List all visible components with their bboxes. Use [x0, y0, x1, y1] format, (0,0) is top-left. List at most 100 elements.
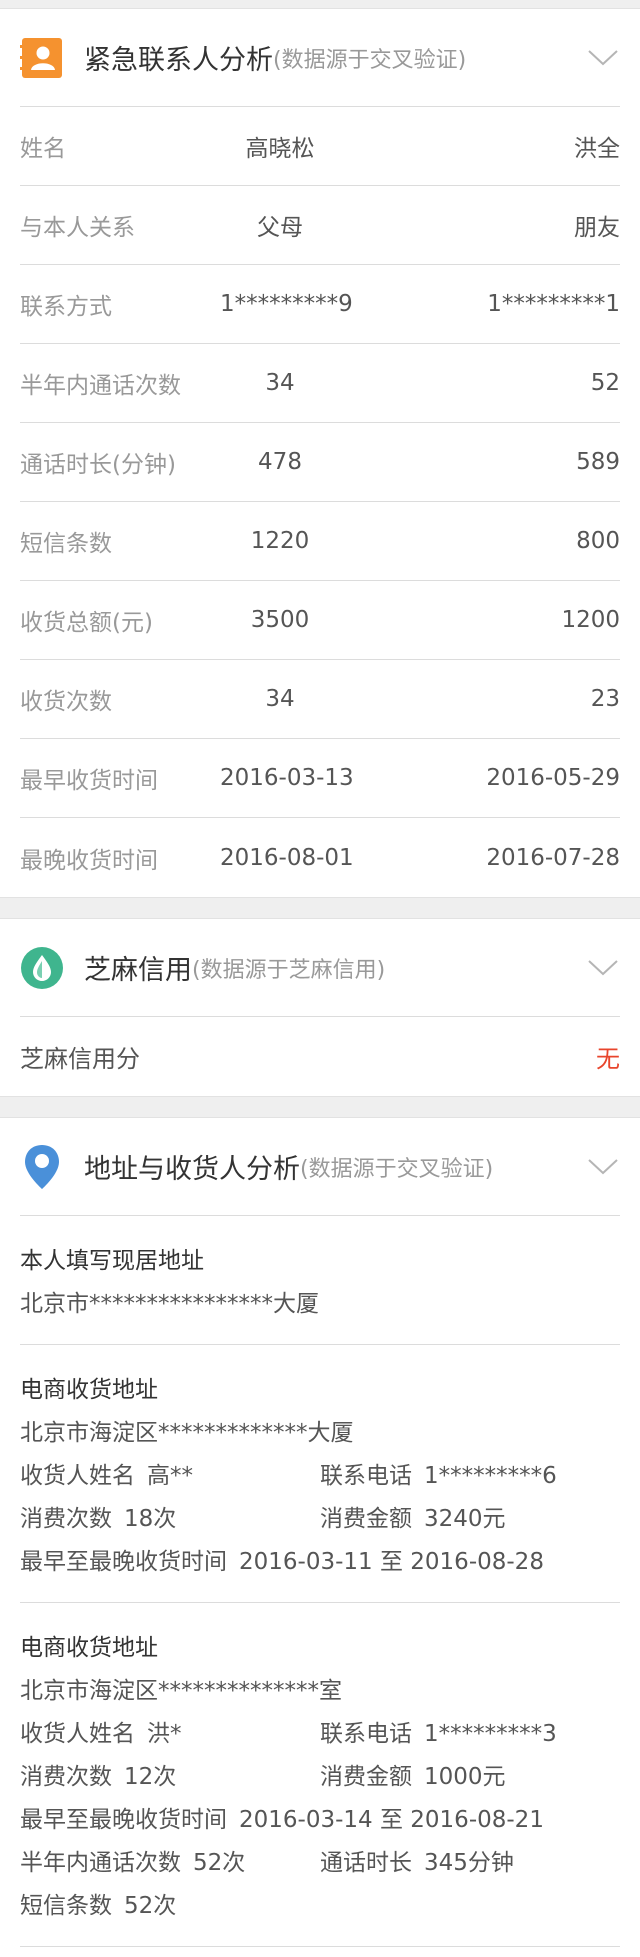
emergency-contacts-header[interactable]: 紧急联系人分析 (数据源于交叉验证)	[20, 9, 620, 107]
receiver-line: 收货人姓名 洪* 联系电话 1*********3	[20, 1713, 620, 1756]
page: 紧急联系人分析 (数据源于交叉验证) 姓名 高晓松 洪全与本人关系 父母 朋友联系方式 1…	[0, 0, 640, 1957]
location-pin-icon	[20, 1144, 64, 1189]
emergency-contacts-subtitle: (数据源于交叉验证)	[273, 47, 467, 73]
sms-label: 短信条数	[20, 1893, 112, 1919]
ecommerce-address-text: 北京市海淀区*************大厦	[20, 1420, 354, 1446]
address-subtitle: (数据源于交叉验证)	[300, 1156, 494, 1182]
range-label: 最早至最晚收货时间	[20, 1807, 227, 1833]
contact-b-value: 589	[576, 449, 620, 475]
contact-row: 收货总额(元) 3500 1200	[20, 581, 620, 660]
phone-value: 1*********3	[424, 1721, 557, 1747]
ecommerce-address-title: 电商收货地址	[20, 1635, 158, 1661]
range-label: 最早至最晚收货时间	[20, 1549, 227, 1575]
contact-a-value: 2016-08-01	[220, 844, 354, 871]
contact-row: 与本人关系 父母 朋友	[20, 186, 620, 265]
contact-b-value: 1200	[561, 607, 620, 633]
contact-b-value: 2016-05-29	[486, 765, 620, 791]
consumption-line: 消费次数 12次 消费金额 1000元	[20, 1756, 620, 1799]
contact-row: 最晚收货时间 2016-08-01 2016-07-28	[20, 818, 620, 897]
zhima-score-row: 芝麻信用分 无	[20, 1017, 620, 1096]
contact-a-value: 高晓松	[245, 136, 315, 162]
range-line: 最早至最晚收货时间 2016-03-14 至 2016-08-21	[20, 1799, 620, 1842]
receiver-label: 收货人姓名	[20, 1721, 135, 1747]
range-value: 2016-03-11 至 2016-08-28	[239, 1549, 544, 1575]
contact-b-value: 洪全	[574, 136, 620, 162]
contact-row-label: 联系方式	[20, 294, 112, 320]
ecommerce-address-title: 电商收货地址	[20, 1377, 158, 1403]
count-label: 消费次数	[20, 1764, 112, 1790]
contact-row-label: 收货次数	[20, 689, 112, 715]
duration-value: 345分钟	[424, 1850, 514, 1876]
address-title: 地址与收货人分析	[84, 1154, 300, 1185]
receiver-label: 收货人姓名	[20, 1463, 135, 1489]
zhima-subtitle: (数据源于芝麻信用)	[192, 957, 386, 983]
contact-row-label: 短信条数	[20, 531, 112, 557]
ecommerce-address-block: 电商收货地址 北京市海淀区*************大厦 收货人姓名 高** 联…	[20, 1345, 620, 1603]
contact-a-value: 父母	[257, 215, 303, 241]
duration-label: 通话时长	[320, 1850, 412, 1876]
contact-row-label: 姓名	[20, 136, 66, 162]
address-header[interactable]: 地址与收货人分析 (数据源于交叉验证)	[20, 1118, 620, 1216]
emergency-contacts-title: 紧急联系人分析	[84, 45, 273, 76]
count-value: 18次	[124, 1506, 177, 1532]
range-line: 最早至最晚收货时间 2016-03-11 至 2016-08-28	[20, 1541, 620, 1584]
home-address-text: 北京市****************大厦	[20, 1291, 319, 1317]
zhima-score-label: 芝麻信用分	[20, 1045, 140, 1073]
contact-row: 短信条数 1220 800	[20, 502, 620, 581]
contact-b-value: 52	[590, 370, 620, 396]
home-address-title: 本人填写现居地址	[20, 1248, 204, 1274]
contact-row: 收货次数 34 23	[20, 660, 620, 739]
contact-card-icon	[20, 36, 64, 80]
ecommerce-address-text: 北京市海淀区**************室	[20, 1678, 342, 1704]
contact-b-value: 朋友	[574, 215, 620, 241]
zhima-section: 芝麻信用 (数据源于芝麻信用) 芝麻信用分 无	[0, 918, 640, 1097]
chevron-down-icon[interactable]	[586, 1156, 620, 1178]
contact-row-label: 最早收货时间	[20, 768, 158, 794]
contact-b-value: 800	[576, 528, 620, 554]
contact-a-value: 34	[265, 370, 295, 396]
home-address-block: 本人填写现居地址 北京市****************大厦	[20, 1216, 620, 1345]
chevron-down-icon[interactable]	[586, 957, 620, 979]
phone-value: 1*********6	[424, 1463, 557, 1489]
sms-line: 短信条数 52次	[20, 1885, 620, 1928]
sesame-drop-icon	[20, 946, 64, 990]
sms-value: 52次	[124, 1893, 177, 1919]
amount-label: 消费金额	[320, 1506, 412, 1532]
phone-label: 联系电话	[320, 1721, 412, 1747]
calls-line: 半年内通话次数 52次 通话时长 345分钟	[20, 1842, 620, 1885]
contact-b-value: 1*********1	[487, 291, 620, 317]
receiver-value: 洪*	[147, 1721, 182, 1747]
receiver-line: 收货人姓名 高** 联系电话 1*********6	[20, 1455, 620, 1498]
contact-row: 半年内通话次数 34 52	[20, 344, 620, 423]
zhima-title: 芝麻信用	[84, 955, 192, 986]
zhima-header[interactable]: 芝麻信用 (数据源于芝麻信用)	[20, 919, 620, 1017]
contact-row-label: 半年内通话次数	[20, 373, 181, 399]
contact-row: 姓名 高晓松 洪全	[20, 107, 620, 186]
phone-label: 联系电话	[320, 1463, 412, 1489]
ecommerce-address-block: 电商收货地址 北京市海淀区**************室 收货人姓名 洪* 联系…	[20, 1603, 620, 1947]
calls-label: 半年内通话次数	[20, 1850, 181, 1876]
contact-a-value: 3500	[250, 607, 310, 633]
contact-a-value: 2016-03-13	[220, 765, 354, 791]
contact-b-value: 2016-07-28	[486, 844, 620, 871]
contact-row-label: 与本人关系	[20, 215, 135, 241]
calls-value: 52次	[193, 1850, 246, 1876]
consumption-line: 消费次数 18次 消费金额 3240元	[20, 1498, 620, 1541]
chevron-down-icon[interactable]	[586, 47, 620, 69]
zhima-score-value: 无	[596, 1045, 620, 1073]
contact-row: 联系方式 1*********9 1*********1	[20, 265, 620, 344]
contact-row-label: 收货总额(元)	[20, 610, 153, 636]
range-value: 2016-03-14 至 2016-08-21	[239, 1807, 544, 1833]
contact-row-label: 最晚收货时间	[20, 847, 158, 874]
contact-row: 通话时长(分钟) 478 589	[20, 423, 620, 502]
contact-row: 最早收货时间 2016-03-13 2016-05-29	[20, 739, 620, 818]
contact-b-value: 23	[590, 686, 620, 712]
amount-label: 消费金额	[320, 1764, 412, 1790]
contact-a-value: 478	[258, 449, 302, 475]
receiver-value: 高**	[147, 1463, 193, 1489]
address-section: 地址与收货人分析 (数据源于交叉验证) 本人填写现居地址 北京市********…	[0, 1117, 640, 1957]
contact-a-value: 1*********9	[220, 291, 353, 317]
amount-value: 3240元	[424, 1506, 506, 1532]
count-label: 消费次数	[20, 1506, 112, 1532]
contact-a-value: 34	[265, 686, 295, 712]
